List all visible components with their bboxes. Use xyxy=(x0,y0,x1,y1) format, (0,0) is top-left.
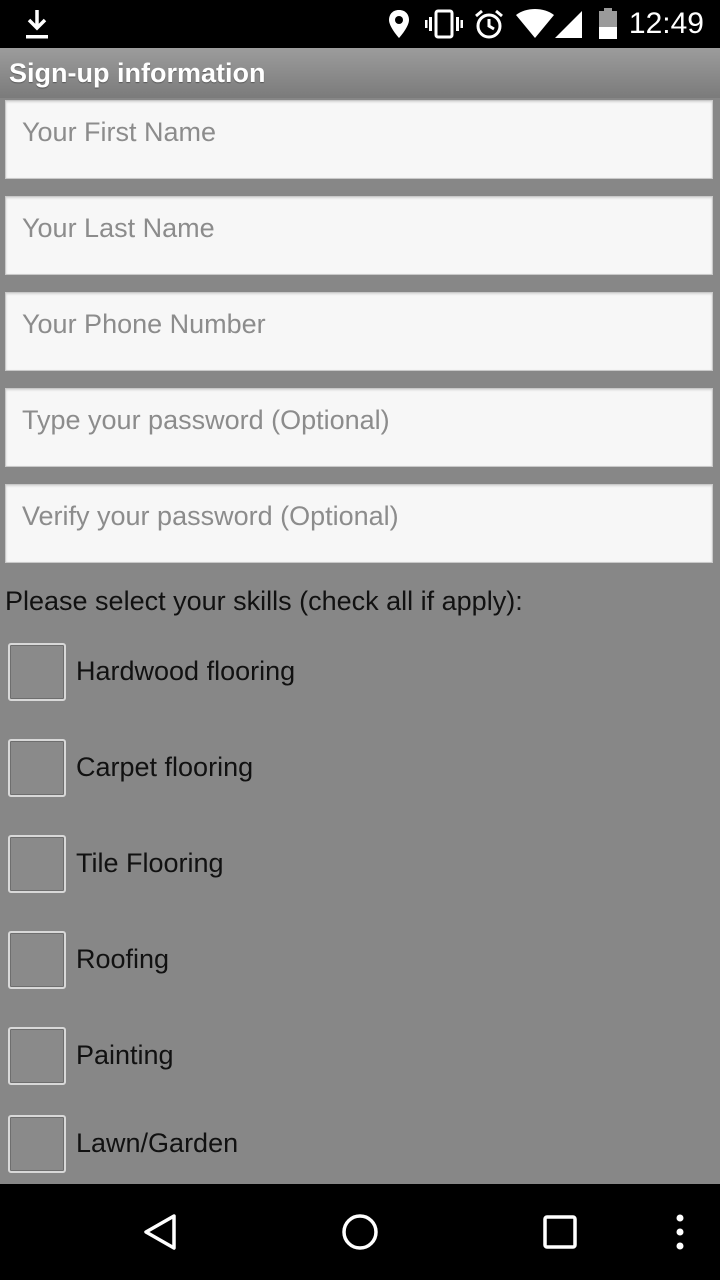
skill-label: Hardwood flooring xyxy=(76,656,296,686)
checkbox[interactable] xyxy=(8,1115,66,1173)
phone-field[interactable]: Your Phone Number xyxy=(5,292,713,371)
home-icon[interactable] xyxy=(336,1208,384,1256)
location-icon xyxy=(386,8,412,40)
password-field[interactable]: Type your password (Optional) xyxy=(5,388,713,467)
first-name-field[interactable]: Your First Name xyxy=(5,100,713,179)
last-name-placeholder: Your Last Name xyxy=(22,213,215,243)
checkbox[interactable] xyxy=(8,931,66,989)
skill-label: Carpet flooring xyxy=(76,752,254,782)
skills-label: Please select your skills (check all if … xyxy=(5,586,523,616)
skill-label: Lawn/Garden xyxy=(76,1128,239,1158)
password-placeholder: Type your password (Optional) xyxy=(22,405,390,435)
status-time: 12:49 xyxy=(628,7,704,40)
navigation-bar xyxy=(0,1184,720,1280)
signal-icon xyxy=(552,8,584,40)
verify-password-field[interactable]: Verify your password (Optional) xyxy=(5,484,713,563)
back-icon[interactable] xyxy=(136,1208,184,1256)
skill-label: Roofing xyxy=(76,944,170,974)
first-name-placeholder: Your First Name xyxy=(22,117,217,147)
checkbox[interactable] xyxy=(8,835,66,893)
title-bar: Sign-up information xyxy=(0,48,720,98)
skill-roofing[interactable]: Roofing xyxy=(8,931,708,993)
vibrate-icon xyxy=(424,8,464,40)
battery-icon xyxy=(596,8,620,40)
checkbox[interactable] xyxy=(8,1027,66,1085)
status-bar: 12:49 xyxy=(0,0,720,48)
last-name-field[interactable]: Your Last Name xyxy=(5,196,713,275)
checkbox[interactable] xyxy=(8,643,66,701)
overflow-menu-icon[interactable] xyxy=(656,1208,704,1256)
skill-painting[interactable]: Painting xyxy=(8,1027,708,1089)
checkbox[interactable] xyxy=(8,739,66,797)
page-title: Sign-up information xyxy=(9,58,266,88)
wifi-icon xyxy=(516,8,554,40)
recents-icon[interactable] xyxy=(536,1208,584,1256)
skill-label: Painting xyxy=(76,1040,174,1070)
skill-tile-flooring[interactable]: Tile Flooring xyxy=(8,835,708,897)
skill-hardwood-flooring[interactable]: Hardwood flooring xyxy=(8,643,708,705)
download-icon xyxy=(22,8,52,40)
skill-carpet-flooring[interactable]: Carpet flooring xyxy=(8,739,708,801)
skill-label: Tile Flooring xyxy=(76,848,224,878)
phone-placeholder: Your Phone Number xyxy=(22,309,266,339)
alarm-icon xyxy=(472,8,506,40)
verify-password-placeholder: Verify your password (Optional) xyxy=(22,501,399,531)
skill-lawn-garden[interactable]: Lawn/Garden xyxy=(8,1115,708,1177)
